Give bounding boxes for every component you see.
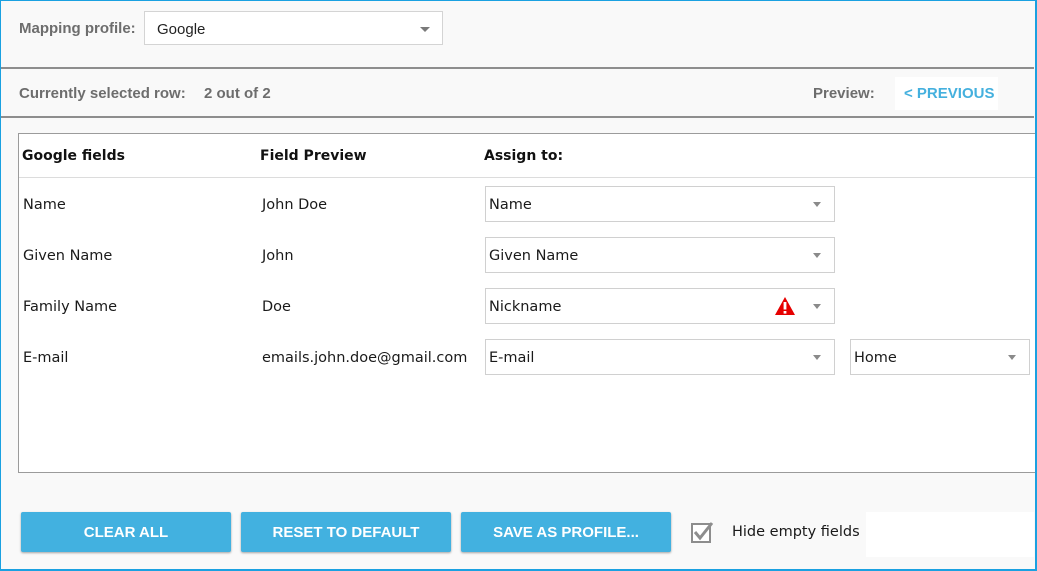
assign-to-value: Name — [489, 197, 532, 213]
assign-to-value: Nickname — [489, 299, 562, 315]
assign-to-select[interactable]: Name — [485, 186, 835, 222]
mapping-profile-select[interactable]: Google — [144, 11, 443, 45]
preview-nav: < PREVIOUS — [895, 77, 998, 110]
google-field-name: E-mail — [23, 350, 69, 366]
column-header-assign-to: Assign to: — [484, 148, 564, 164]
divider — [1, 67, 1034, 69]
assign-to-value: Given Name — [489, 248, 579, 264]
chevron-down-icon — [420, 27, 430, 32]
reset-to-default-button[interactable]: RESET TO DEFAULT — [241, 512, 451, 552]
save-as-profile-button[interactable]: SAVE AS PROFILE... — [461, 512, 671, 552]
chevron-down-icon — [1008, 355, 1016, 360]
email-type-select[interactable]: Home — [850, 339, 1030, 375]
google-field-name: Family Name — [23, 299, 118, 315]
assign-to-select[interactable]: Given Name — [485, 237, 835, 273]
selected-row-value: 2 out of 2 — [204, 85, 271, 102]
chevron-down-icon — [813, 304, 821, 309]
field-preview-value: Doe — [262, 299, 291, 315]
field-preview-value: emails.john.doe@gmail.com — [262, 350, 468, 366]
column-header-google-fields: Google fields — [22, 148, 125, 164]
selected-row-label: Currently selected row: — [19, 85, 186, 102]
assign-to-value: E-mail — [489, 350, 535, 366]
hide-empty-fields-label[interactable]: Hide empty fields — [732, 524, 860, 540]
field-preview-value: John — [262, 248, 294, 264]
header-divider — [19, 177, 1035, 178]
blank-area — [866, 512, 1034, 557]
email-type-value: Home — [854, 350, 897, 366]
clear-all-button[interactable]: CLEAR ALL — [21, 512, 231, 552]
assign-to-select[interactable]: Nickname — [485, 288, 835, 324]
hide-empty-fields-checkbox[interactable] — [691, 522, 714, 543]
google-field-name: Name — [23, 197, 66, 213]
assign-to-select[interactable]: E-mail — [485, 339, 835, 375]
chevron-down-icon — [813, 253, 821, 258]
google-field-name: Given Name — [23, 248, 113, 264]
chevron-down-icon — [813, 355, 821, 360]
checkmark-icon — [693, 522, 714, 541]
mapping-profile-value: Google — [157, 21, 206, 38]
field-mapping-table: Google fields Field Preview Assign to: N… — [18, 133, 1035, 473]
chevron-down-icon — [813, 202, 821, 207]
previous-link[interactable]: < PREVIOUS — [904, 85, 994, 102]
divider — [1, 116, 1034, 118]
field-preview-value: John Doe — [262, 197, 328, 213]
warning-icon — [775, 297, 795, 315]
mapping-profile-label: Mapping profile: — [19, 20, 136, 37]
preview-label: Preview: — [813, 85, 875, 102]
column-header-field-preview: Field Preview — [260, 148, 367, 164]
